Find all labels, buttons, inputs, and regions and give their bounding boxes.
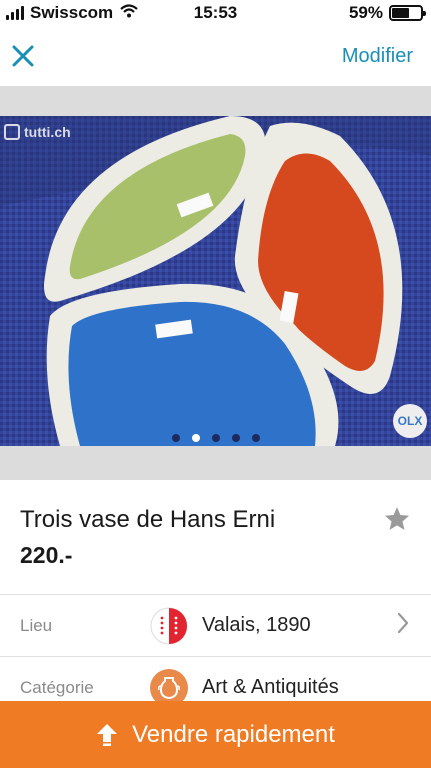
arrow-up-icon xyxy=(97,723,118,746)
close-icon xyxy=(12,45,34,67)
watermark-text: tutti.ch xyxy=(24,124,71,140)
chevron-right-icon[interactable] xyxy=(397,612,409,639)
page-dot[interactable] xyxy=(191,434,200,442)
listing-header: Trois vase de Hans Erni 220.- xyxy=(0,480,431,594)
vases-image xyxy=(0,116,431,446)
favorite-button[interactable] xyxy=(383,505,411,538)
location-label: Lieu xyxy=(20,615,53,635)
detail-row-location[interactable]: Lieu Valais, 1890 xyxy=(0,594,431,656)
page-dot[interactable] xyxy=(211,434,220,442)
sell-quickly-button[interactable]: Vendre rapidement xyxy=(0,701,431,768)
listing-title: Trois vase de Hans Erni xyxy=(20,506,276,533)
location-value: Valais, 1890 xyxy=(202,614,311,636)
listing-price: 220.- xyxy=(20,542,73,568)
battery-percent: 59% xyxy=(348,3,383,22)
status-bar-right: 59% xyxy=(348,3,426,23)
nav-bar: Modifier xyxy=(0,28,431,84)
page-dot[interactable] xyxy=(171,434,180,442)
modify-button[interactable]: Modifier xyxy=(342,45,413,68)
status-bar: Swisscom 15:53 59% xyxy=(0,0,431,26)
page-dot[interactable] xyxy=(231,434,240,442)
gallery-bottom-band xyxy=(0,446,431,480)
close-button[interactable] xyxy=(10,43,36,69)
tutti-logo-icon xyxy=(4,124,20,140)
category-label: Catégorie xyxy=(20,677,94,697)
listing-photo[interactable]: tutti.ch OLX xyxy=(0,116,431,446)
battery-fill xyxy=(392,8,409,18)
category-value: Art & Antiquités xyxy=(202,676,339,698)
gallery-pagination[interactable] xyxy=(0,434,431,442)
battery-icon xyxy=(389,5,426,21)
watermark: tutti.ch xyxy=(4,124,71,140)
olx-badge: OLX xyxy=(393,404,427,438)
sell-quickly-label: Vendre rapidement xyxy=(132,720,335,748)
page-dot[interactable] xyxy=(251,434,260,442)
valais-flag-icon xyxy=(150,607,188,645)
star-icon xyxy=(384,507,410,530)
gallery-top-band xyxy=(0,86,431,116)
